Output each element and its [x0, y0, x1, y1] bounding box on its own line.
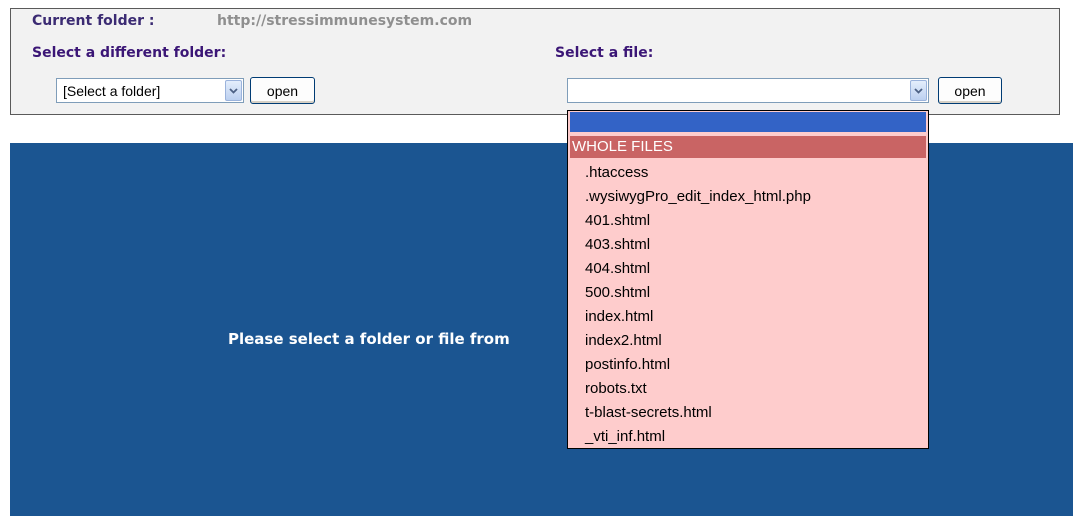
- dropdown-group-label: WHOLE FILES: [570, 136, 926, 158]
- dropdown-option-list: .htaccess .wysiwygPro_edit_index_html.ph…: [570, 161, 926, 449]
- chevron-down-icon[interactable]: [225, 80, 242, 101]
- dropdown-option[interactable]: _vti_inf.html: [570, 425, 926, 449]
- dropdown-option-blank[interactable]: [570, 112, 926, 132]
- dropdown-option[interactable]: index2.html: [570, 329, 926, 353]
- dropdown-option[interactable]: robots.txt: [570, 377, 926, 401]
- file-select-label: Select a file:: [555, 45, 654, 61]
- dropdown-option[interactable]: .htaccess: [570, 161, 926, 185]
- dropdown-option[interactable]: 500.shtml: [570, 281, 926, 305]
- chevron-down-icon[interactable]: [910, 80, 927, 101]
- current-folder-value: http://stressimmunesystem.com: [217, 13, 473, 29]
- folder-select[interactable]: [Select a folder]: [56, 78, 244, 103]
- folder-select-value: [Select a folder]: [63, 83, 161, 99]
- folder-open-button[interactable]: open: [250, 77, 315, 104]
- file-select[interactable]: [567, 78, 929, 103]
- dropdown-option[interactable]: t-blast-secrets.html: [570, 401, 926, 425]
- dropdown-option[interactable]: postinfo.html: [570, 353, 926, 377]
- dropdown-option[interactable]: 403.shtml: [570, 233, 926, 257]
- dropdown-option[interactable]: .wysiwygPro_edit_index_html.php: [570, 185, 926, 209]
- placeholder-message: Please select a folder or file from: [228, 330, 510, 348]
- file-select-dropdown[interactable]: WHOLE FILES .htaccess .wysiwygPro_edit_i…: [567, 110, 929, 449]
- file-open-button[interactable]: open: [938, 77, 1002, 104]
- current-folder-label: Current folder :: [32, 13, 155, 29]
- dropdown-option[interactable]: index.html: [570, 305, 926, 329]
- folder-select-label: Select a different folder:: [32, 45, 227, 61]
- dropdown-option[interactable]: 401.shtml: [570, 209, 926, 233]
- dropdown-option[interactable]: 404.shtml: [570, 257, 926, 281]
